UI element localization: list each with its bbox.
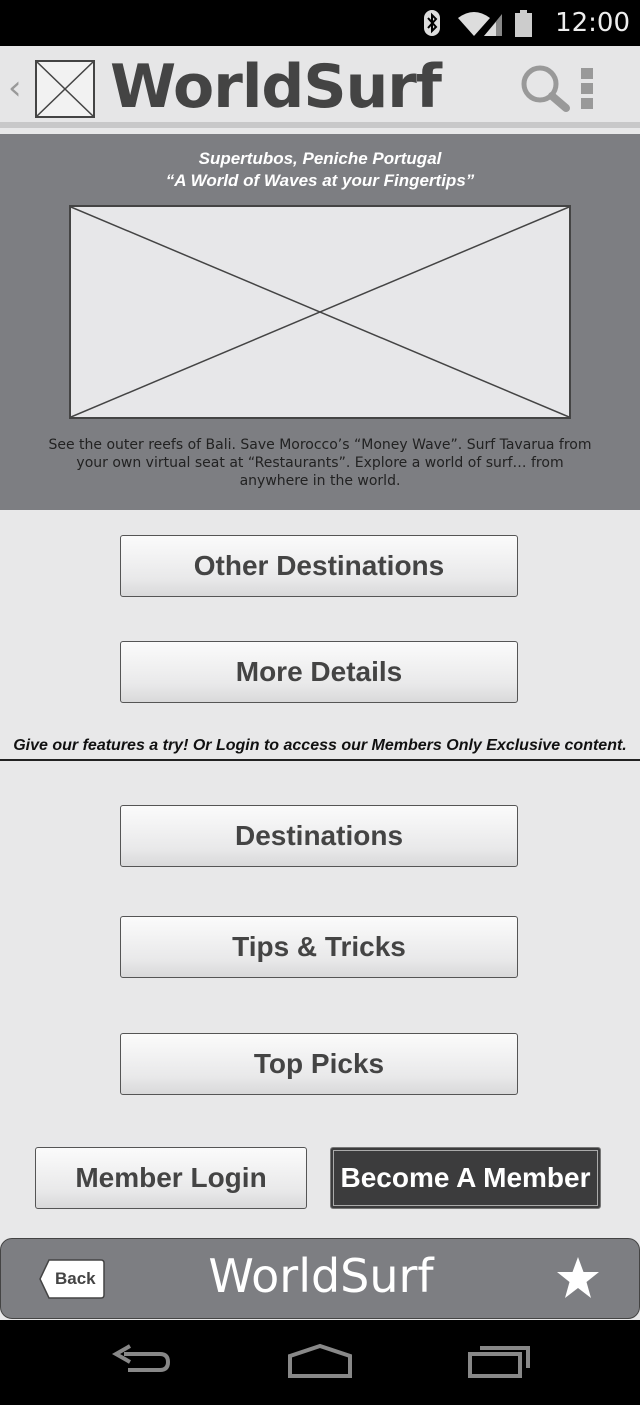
more-details-button[interactable]: More Details — [120, 641, 518, 703]
destinations-button[interactable]: Destinations — [120, 805, 518, 867]
nav-recents-icon[interactable] — [466, 1342, 534, 1382]
footer-title: WorldSurf — [208, 1249, 434, 1303]
member-login-button[interactable]: Member Login — [35, 1147, 307, 1209]
top-picks-button[interactable]: Top Picks — [120, 1033, 518, 1095]
hero-location: Supertubos, Peniche Portugal — [198, 149, 442, 168]
back-chevron-icon[interactable]: ‹ — [8, 68, 22, 108]
status-icons — [424, 10, 532, 37]
overflow-menu-icon[interactable] — [578, 68, 596, 112]
status-bar: 12:00 — [0, 0, 640, 46]
hero-description: See the outer reefs of Bali. Save Morocc… — [48, 437, 592, 489]
app-title: WorldSurf — [110, 52, 442, 122]
other-destinations-button[interactable]: Other Destinations — [120, 535, 518, 597]
status-time: 12:00 — [555, 8, 630, 38]
hero-image-placeholder — [69, 205, 571, 419]
system-nav-bar — [0, 1320, 640, 1405]
bluetooth-icon — [424, 10, 440, 36]
hero-tagline: “A World of Waves at your Fingertips” — [165, 171, 475, 190]
nav-home-icon[interactable] — [286, 1342, 354, 1382]
hero-title: Supertubos, Peniche Portugal “A World of… — [0, 148, 640, 192]
app-logo-icon — [35, 60, 95, 118]
promo-text: Give our features a try! Or Login to acc… — [13, 737, 627, 754]
search-icon[interactable] — [518, 62, 572, 116]
tips-tricks-button[interactable]: Tips & Tricks — [120, 916, 518, 978]
hero-section: Supertubos, Peniche Portugal “A World of… — [0, 134, 640, 510]
become-member-button[interactable]: Become A Member — [330, 1147, 601, 1209]
footer-bar: Back WorldSurf — [0, 1238, 640, 1319]
action-bar: ‹ WorldSurf — [0, 46, 640, 128]
battery-icon — [515, 10, 532, 37]
star-icon[interactable] — [555, 1255, 601, 1301]
divider — [0, 759, 640, 761]
nav-back-icon[interactable] — [110, 1342, 174, 1382]
wifi-icon — [458, 12, 490, 36]
